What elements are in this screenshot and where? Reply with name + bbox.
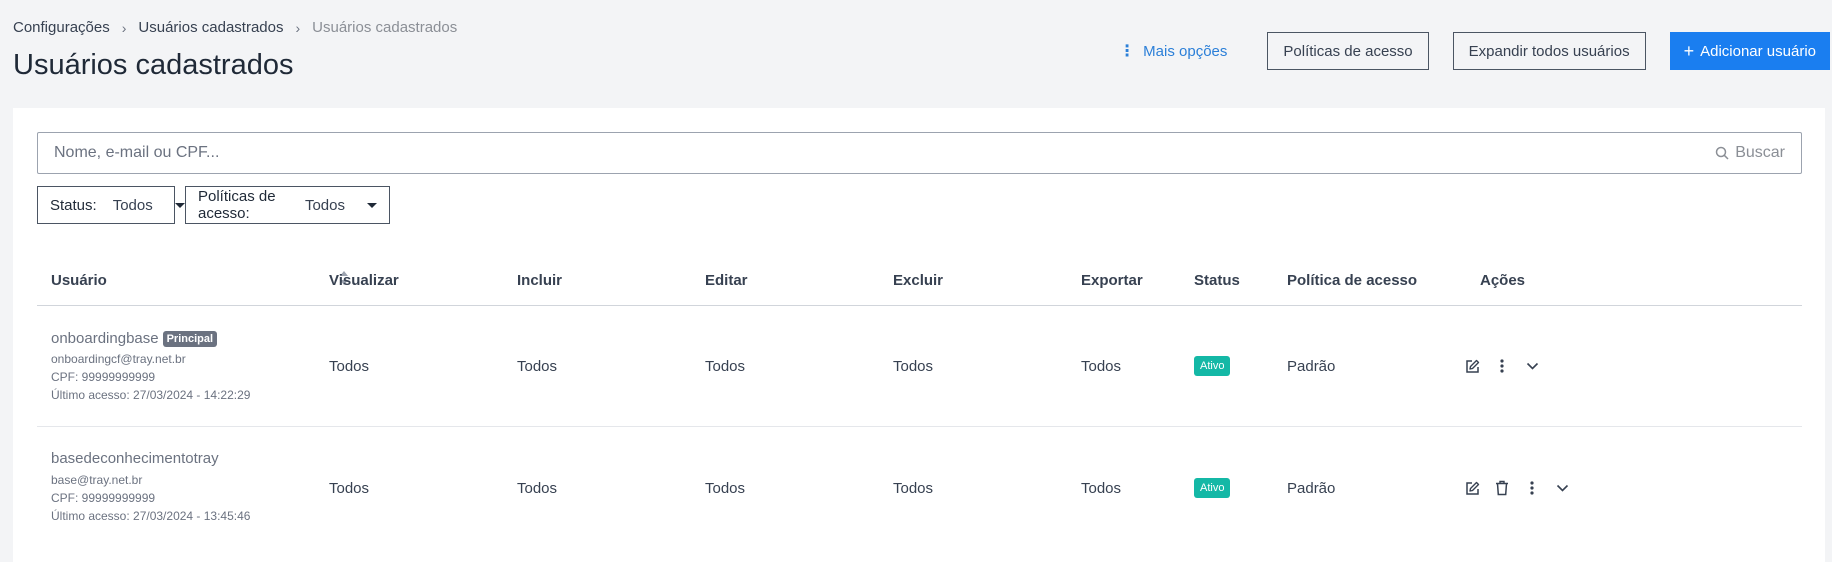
cell-politica: Padrão (1287, 358, 1336, 375)
kebab-icon (1530, 481, 1534, 495)
cell-exportar: Todos (1081, 358, 1122, 375)
cell-politica: Padrão (1287, 480, 1336, 497)
search-icon (1715, 146, 1729, 160)
expand-row-button[interactable] (1553, 479, 1571, 497)
caret-down-icon (367, 202, 377, 208)
kebab-icon: ⋮ (1119, 43, 1136, 60)
edit-button[interactable] (1463, 357, 1481, 375)
cell-incluir: Todos (517, 480, 558, 497)
chevron-right-icon: › (121, 19, 127, 36)
page-title: Usuários cadastrados (13, 49, 294, 81)
column-header-exportar: Exportar (1081, 272, 1143, 289)
status-filter-label: Status: (50, 196, 97, 214)
column-header-politica: Política de acesso (1287, 272, 1418, 289)
delete-button[interactable] (1493, 479, 1511, 497)
user-name: onboardingbase Principal (51, 330, 218, 347)
breadcrumb-current: Usuários cadastrados (312, 19, 458, 36)
cell-exportar: Todos (1081, 480, 1122, 497)
column-header-visualizar: Visualizar (329, 272, 399, 289)
header-actions: ⋮ Mais opções Políticas de acesso Expand… (1119, 32, 1830, 70)
policy-filter[interactable]: Políticas de acesso: Todos (185, 186, 390, 224)
user-cpf: CPF: 99999999999 (51, 491, 156, 505)
status-badge: Ativo (1194, 356, 1231, 376)
user-email: onboardingcf@tray.net.br (51, 352, 186, 366)
breadcrumb: Configurações › Usuários cadastrados › U… (13, 19, 457, 36)
more-options-label: Mais opções (1143, 42, 1228, 60)
user-last-access: Último acesso: 27/03/2024 - 14:22:29 (51, 388, 251, 402)
expand-row-button[interactable] (1523, 357, 1541, 375)
cell-editar: Todos (705, 358, 746, 375)
user-name-text: onboardingbase (51, 330, 159, 347)
column-header-editar: Editar (705, 272, 748, 289)
more-options-button[interactable]: ⋮ Mais opções (1119, 41, 1227, 61)
edit-icon (1465, 359, 1479, 373)
trash-icon (1496, 480, 1508, 496)
search-button[interactable]: Buscar (1715, 144, 1785, 162)
column-header-usuario[interactable]: Usuário (51, 272, 107, 289)
kebab-icon (1500, 359, 1504, 373)
table-header: Usuário Visualizar Incluir Editar Exclui… (37, 256, 1802, 306)
cell-incluir: Todos (517, 358, 558, 375)
user-email: base@tray.net.br (51, 473, 143, 487)
user-name-text: basedeconhecimentotray (51, 450, 219, 467)
add-user-label: Adicionar usuário (1700, 42, 1816, 60)
column-header-incluir: Incluir (517, 272, 563, 289)
status-filter-value: Todos (112, 196, 153, 214)
chevron-right-icon: › (295, 19, 301, 36)
search-box: Buscar (37, 132, 1802, 174)
access-policies-button[interactable]: Políticas de acesso (1267, 32, 1429, 70)
cell-visualizar: Todos (329, 358, 370, 375)
column-header-acoes: Ações (1480, 272, 1526, 289)
user-last-access: Último acesso: 27/03/2024 - 13:45:46 (51, 509, 251, 523)
cell-editar: Todos (705, 480, 746, 497)
breadcrumb-item-usuarios[interactable]: Usuários cadastrados (138, 19, 283, 36)
cell-visualizar: Todos (329, 480, 370, 497)
edit-icon (1465, 481, 1479, 495)
status-badge: Ativo (1194, 478, 1231, 498)
policy-filter-label: Políticas de acesso: (198, 188, 276, 222)
plus-icon: + (1683, 40, 1695, 61)
edit-button[interactable] (1463, 479, 1481, 497)
table-row: onboardingbase Principal onboardingcf@tr… (37, 306, 1802, 427)
policy-filter-value: Todos (304, 196, 345, 214)
breadcrumb-item-configuracoes[interactable]: Configurações (13, 19, 110, 36)
expand-all-users-button[interactable]: Expandir todos usuários (1452, 32, 1646, 70)
chevron-down-icon (1556, 484, 1568, 492)
chevron-down-icon (1526, 362, 1538, 370)
caret-down-icon (174, 202, 185, 208)
cell-excluir: Todos (893, 480, 934, 497)
table-row: basedeconhecimentotray base@tray.net.br … (37, 428, 1802, 548)
users-card: Buscar Status: Todos Políticas de acesso… (13, 108, 1825, 562)
more-actions-button[interactable] (1523, 479, 1541, 497)
more-actions-button[interactable] (1493, 357, 1511, 375)
status-filter[interactable]: Status: Todos (37, 186, 185, 224)
user-name: basedeconhecimentotray (51, 450, 219, 467)
cell-excluir: Todos (893, 358, 934, 375)
principal-badge: Principal (162, 330, 218, 347)
column-header-status: Status (1194, 272, 1240, 289)
user-cpf: CPF: 99999999999 (51, 370, 156, 384)
add-user-button[interactable]: + Adicionar usuário (1669, 32, 1830, 70)
search-button-label: Buscar (1735, 144, 1785, 161)
column-header-excluir: Excluir (893, 272, 944, 289)
search-input[interactable] (38, 133, 1716, 173)
